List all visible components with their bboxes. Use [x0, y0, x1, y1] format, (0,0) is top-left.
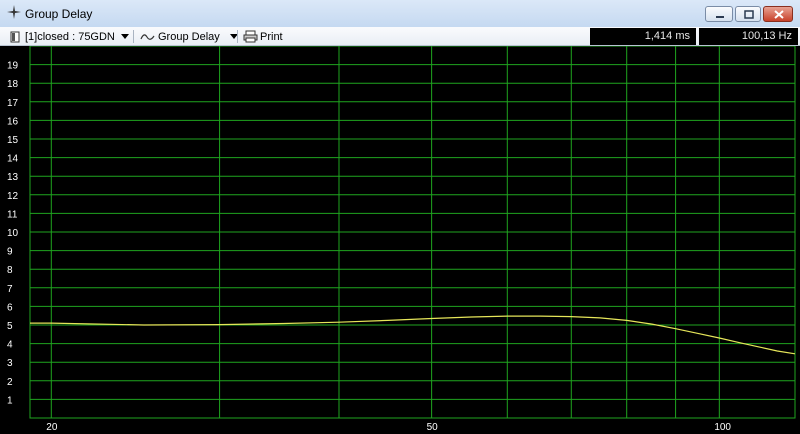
y-tick-label: 7 — [7, 284, 13, 295]
y-tick-label: 6 — [7, 302, 13, 313]
print-label: Print — [260, 30, 283, 43]
close-icon — [774, 10, 784, 19]
maximize-button[interactable] — [735, 6, 761, 22]
toolbar: [1]closed : 75GDN Group Delay Print 1,41… — [0, 27, 800, 46]
maximize-icon — [744, 10, 754, 19]
y-tick-label: 3 — [7, 358, 13, 369]
window-title: Group Delay — [25, 7, 93, 21]
y-tick-label: 14 — [7, 154, 19, 165]
minimize-button[interactable] — [705, 6, 733, 22]
y-tick-label: 1 — [7, 395, 13, 406]
y-tick-label: 13 — [7, 172, 19, 183]
y-tick-label: 15 — [7, 135, 19, 146]
x-tick-label: 20 — [46, 422, 58, 433]
measurement-label: [1]closed : 75GDN — [25, 30, 115, 43]
y-tick-label: 17 — [7, 98, 19, 109]
crosshair-icon — [7, 5, 21, 19]
y-tick-label: 9 — [7, 247, 13, 258]
group-delay-plot[interactable]: 1234567891011121314151617181920 50 100 — [0, 46, 800, 434]
y-tick-label: 10 — [7, 228, 19, 239]
mode-dropdown[interactable]: Group Delay — [140, 29, 238, 44]
mode-label: Group Delay — [158, 30, 220, 43]
toolbar-separator — [133, 30, 134, 43]
title-bar: Group Delay — [0, 0, 800, 27]
print-button[interactable]: Print — [243, 29, 283, 44]
x-tick-label: 50 — [427, 422, 439, 433]
measurement-dropdown[interactable]: [1]closed : 75GDN — [10, 29, 129, 44]
frequency-readout: 100,13 Hz — [699, 28, 798, 45]
document-icon — [10, 31, 20, 42]
x-tick-label: 100 — [714, 422, 731, 433]
printer-icon — [243, 30, 258, 43]
y-tick-label: 2 — [7, 377, 13, 388]
y-tick-label: 11 — [7, 209, 18, 220]
time-readout: 1,414 ms — [590, 28, 696, 45]
y-tick-label: 12 — [7, 191, 19, 202]
y-tick-label: 16 — [7, 116, 19, 127]
close-button[interactable] — [763, 6, 793, 22]
toolbar-separator — [237, 30, 238, 43]
chevron-down-icon — [120, 34, 129, 39]
y-tick-label: 18 — [7, 79, 19, 90]
group-delay-trace — [30, 315, 796, 355]
y-tick-label: 4 — [7, 340, 13, 351]
waveform-icon — [140, 33, 155, 40]
minimize-icon — [716, 16, 724, 18]
y-tick-label: 5 — [7, 321, 13, 332]
y-tick-label: 19 — [7, 61, 19, 72]
y-tick-label: 8 — [7, 265, 13, 276]
